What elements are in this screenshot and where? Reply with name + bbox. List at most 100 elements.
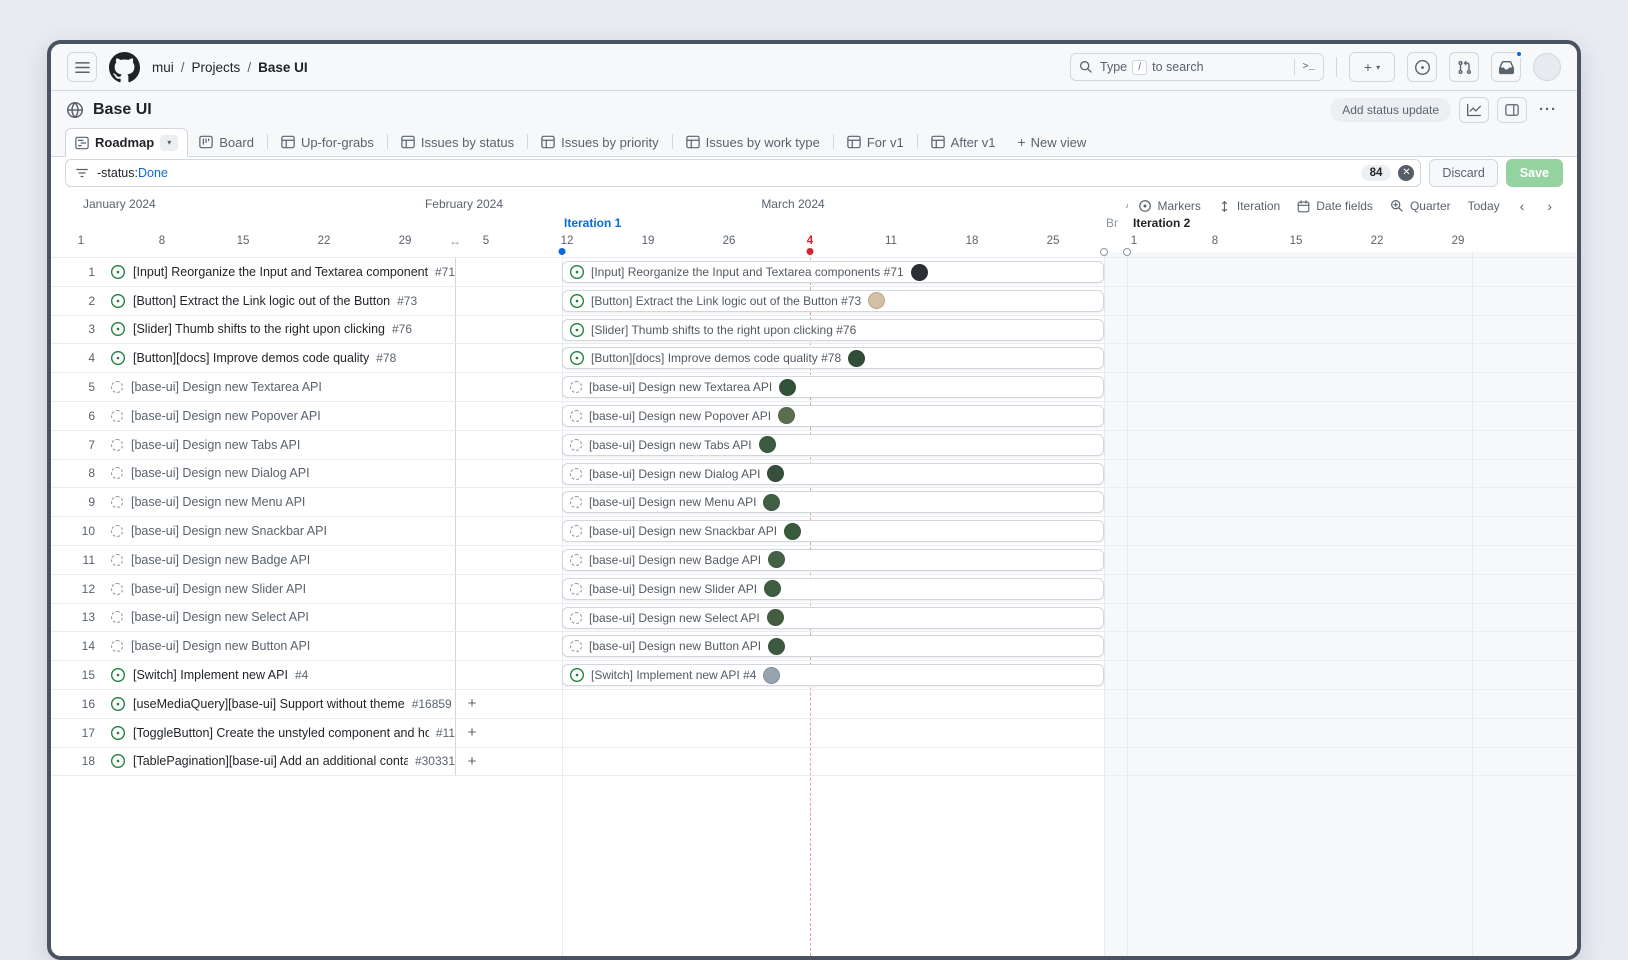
assignee-avatar	[767, 609, 784, 626]
issue-title[interactable]: [base-ui] Design new Menu API	[131, 495, 305, 509]
roadmap-row[interactable]: 3[Slider] Thumb shifts to the right upon…	[51, 316, 1577, 345]
tab-roadmap[interactable]: Roadmap ▾	[65, 128, 188, 157]
roadmap-row[interactable]: 16[useMediaQuery][base-ui] Support witho…	[51, 690, 1577, 719]
gantt-bar[interactable]: [Slider] Thumb shifts to the right upon …	[562, 319, 1104, 341]
issue-title[interactable]: [base-ui] Design new Badge API	[131, 553, 310, 567]
add-date-button[interactable]: +	[463, 724, 481, 742]
gantt-bar[interactable]: [base-ui] Design new Menu API	[562, 491, 1104, 513]
gantt-bar[interactable]: [Button] Extract the Link logic out of t…	[562, 290, 1104, 312]
add-status-update-button[interactable]: Add status update	[1330, 98, 1451, 122]
roadmap-row[interactable]: 17[ToggleButton] Create the unstyled com…	[51, 719, 1577, 748]
tab-up-for-grabs[interactable]: Up-for-grabs	[270, 128, 385, 156]
date-tick: 29	[1452, 235, 1465, 247]
issue-title[interactable]: [base-ui] Design new Slider API	[131, 582, 306, 596]
pull-requests-button[interactable]	[1449, 52, 1479, 82]
git-pull-request-icon	[1457, 60, 1472, 75]
markers-button[interactable]: Markers	[1138, 199, 1201, 213]
issue-title[interactable]: [base-ui] Design new Tabs API	[131, 438, 300, 452]
roadmap-row[interactable]: 14[base-ui] Design new Button API[base-u…	[51, 632, 1577, 661]
issue-title[interactable]: [ToggleButton] Create the unstyled compo…	[133, 726, 429, 740]
new-view-button[interactable]: + New view	[1006, 128, 1097, 156]
gantt-bar[interactable]: [Button][docs] Improve demos code qualit…	[562, 347, 1104, 369]
roadmap-row[interactable]: 5[base-ui] Design new Textarea API[base-…	[51, 373, 1577, 402]
issue-title[interactable]: [Slider] Thumb shifts to the right upon …	[133, 322, 385, 336]
issue-number: #73	[397, 294, 417, 308]
breadcrumb-owner[interactable]: mui	[152, 60, 174, 75]
tab-issues-by-priority[interactable]: Issues by priority	[530, 128, 670, 156]
github-logo-icon[interactable]	[109, 52, 140, 83]
gantt-bar[interactable]: [Input] Reorganize the Input and Textare…	[562, 261, 1104, 283]
hamburger-menu-button[interactable]	[67, 52, 97, 82]
breadcrumb-projects[interactable]: Projects	[192, 60, 241, 75]
gantt-bar[interactable]: [base-ui] Design new Textarea API	[562, 376, 1104, 398]
gantt-bar[interactable]: [base-ui] Design new Badge API	[562, 549, 1104, 571]
project-options-button[interactable]: ···	[1535, 101, 1561, 118]
scroll-right-button[interactable]: ›	[1544, 198, 1555, 214]
date-fields-button[interactable]: Date fields	[1297, 199, 1373, 213]
tab-issues-by-status[interactable]: Issues by status	[390, 128, 525, 156]
issue-title[interactable]: [base-ui] Design new Select API	[131, 610, 309, 624]
add-date-button[interactable]: +	[463, 695, 481, 713]
roadmap-row[interactable]: 1[Input] Reorganize the Input and Textar…	[51, 258, 1577, 287]
issue-title[interactable]: [base-ui] Design new Textarea API	[131, 380, 322, 394]
issue-title[interactable]: [Switch] Implement new API	[133, 668, 288, 682]
command-palette-icon[interactable]: >_	[1302, 61, 1315, 73]
roadmap-row[interactable]: 10[base-ui] Design new Snackbar API[base…	[51, 517, 1577, 546]
create-new-button[interactable]: + ▾	[1349, 52, 1395, 82]
issues-button[interactable]	[1407, 52, 1437, 82]
zoom-level-button[interactable]: Quarter	[1390, 199, 1451, 213]
global-search-input[interactable]: Type / to search >_	[1070, 53, 1324, 81]
gantt-bar-label: [Switch] Implement new API #4	[591, 668, 756, 682]
tab-board[interactable]: Board	[188, 128, 265, 156]
issue-open-icon	[111, 322, 125, 336]
roadmap-row[interactable]: 11[base-ui] Design new Badge API[base-ui…	[51, 546, 1577, 575]
scroll-left-button[interactable]: ‹	[1517, 198, 1528, 214]
gantt-bar[interactable]: [base-ui] Design new Button API	[562, 635, 1104, 657]
gantt-bar[interactable]: [Switch] Implement new API #4	[562, 664, 1104, 686]
roadmap-row[interactable]: 6[base-ui] Design new Popover API[base-u…	[51, 402, 1577, 431]
pane-resize-handle[interactable]: ↔	[449, 234, 461, 248]
issue-title[interactable]: [Button][docs] Improve demos code qualit…	[133, 351, 369, 365]
gantt-bar[interactable]: [base-ui] Design new Slider API	[562, 578, 1104, 600]
gantt-bar[interactable]: [base-ui] Design new Popover API	[562, 405, 1104, 427]
gantt-bar[interactable]: [base-ui] Design new Select API	[562, 607, 1104, 629]
gantt-bar[interactable]: [base-ui] Design new Snackbar API	[562, 520, 1104, 542]
issue-title[interactable]: [TablePagination][base-ui] Add an additi…	[133, 754, 408, 768]
clear-filter-button[interactable]: ✕	[1398, 165, 1414, 181]
side-panel-button[interactable]	[1497, 97, 1527, 123]
gantt-bar[interactable]: [base-ui] Design new Tabs API	[562, 434, 1104, 456]
issue-title[interactable]: [base-ui] Design new Dialog API	[131, 466, 310, 480]
roadmap-row[interactable]: 13[base-ui] Design new Select API[base-u…	[51, 604, 1577, 633]
issue-title[interactable]: [useMediaQuery][base-ui] Support without…	[133, 697, 405, 711]
issue-title[interactable]: [Button] Extract the Link logic out of t…	[133, 294, 390, 308]
user-avatar[interactable]	[1533, 53, 1561, 81]
filter-input[interactable]: -status: Done 84 ✕	[65, 159, 1421, 187]
roadmap-row[interactable]: 9[base-ui] Design new Menu API[base-ui] …	[51, 488, 1577, 517]
roadmap-row[interactable]: 18[TablePagination][base-ui] Add an addi…	[51, 748, 1577, 777]
save-button[interactable]: Save	[1506, 159, 1563, 187]
tab-options-caret[interactable]: ▾	[160, 135, 178, 151]
add-date-button[interactable]: +	[463, 753, 481, 771]
issue-title[interactable]: [base-ui] Design new Button API	[131, 639, 310, 653]
roadmap-row[interactable]: 15[Switch] Implement new API#4[Switch] I…	[51, 661, 1577, 690]
breadcrumb-project-name[interactable]: Base UI	[258, 60, 308, 75]
tab-after-v1[interactable]: After v1	[920, 128, 1007, 156]
today-button[interactable]: Today	[1468, 199, 1500, 213]
roadmap-row[interactable]: 8[base-ui] Design new Dialog API[base-ui…	[51, 460, 1577, 489]
issue-number: #30331	[415, 754, 455, 768]
tab-issues-by-work-type[interactable]: Issues by work type	[675, 128, 831, 156]
tab-for-v1[interactable]: For v1	[836, 128, 915, 156]
gantt-bar[interactable]: [base-ui] Design new Dialog API	[562, 463, 1104, 485]
insights-button[interactable]	[1459, 97, 1489, 123]
roadmap-row[interactable]: 12[base-ui] Design new Slider API[base-u…	[51, 575, 1577, 604]
issue-title[interactable]: [Input] Reorganize the Input and Textare…	[133, 265, 428, 279]
issue-open-icon	[570, 294, 584, 308]
iteration-button[interactable]: Iteration	[1218, 199, 1280, 213]
issue-title[interactable]: [base-ui] Design new Popover API	[131, 409, 321, 423]
roadmap-row[interactable]: 7[base-ui] Design new Tabs API[base-ui] …	[51, 431, 1577, 460]
inbox-button[interactable]	[1491, 52, 1521, 82]
issue-title[interactable]: [base-ui] Design new Snackbar API	[131, 524, 327, 538]
roadmap-row[interactable]: 2[Button] Extract the Link logic out of …	[51, 287, 1577, 316]
roadmap-row[interactable]: 4[Button][docs] Improve demos code quali…	[51, 344, 1577, 373]
discard-button[interactable]: Discard	[1429, 159, 1497, 187]
